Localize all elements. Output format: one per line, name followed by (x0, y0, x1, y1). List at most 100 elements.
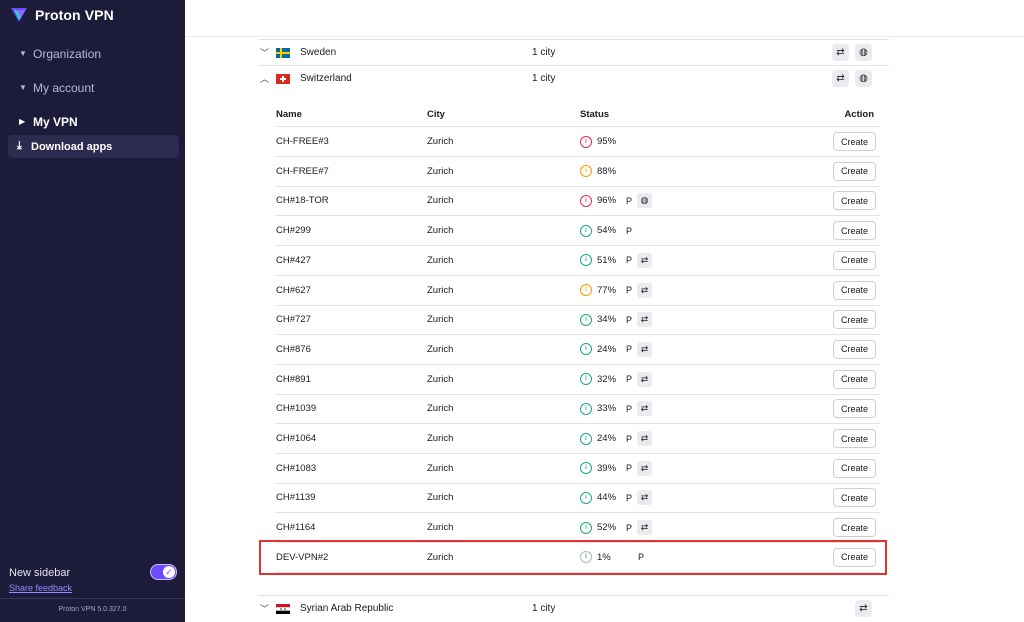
sidebar-item-organization[interactable]: ▼ Organization (8, 42, 179, 65)
server-load: 95% (597, 136, 617, 147)
server-status: i 54% P (580, 224, 800, 237)
create-button[interactable]: Create (832, 221, 876, 241)
chevron-down-icon: ▼ (19, 49, 27, 58)
column-header-name: Name (276, 109, 302, 120)
swap-arrows-icon[interactable]: ⇄ (637, 401, 653, 417)
swap-arrows-icon[interactable]: ⇄ (637, 460, 653, 476)
swap-arrows-icon[interactable]: ⇄ (637, 341, 653, 357)
load-indicator-icon: i (580, 343, 592, 356)
load-indicator-icon: i (580, 135, 592, 148)
create-button[interactable]: Create (832, 280, 876, 300)
table-row: CH#299 Zurich i 54% P Create (275, 216, 880, 247)
server-status: i 39% P ⇄ (580, 460, 800, 476)
server-name: CH#299 (276, 225, 311, 237)
chevron-down-icon[interactable]: ﹀ (258, 46, 276, 59)
load-indicator-icon: i (580, 165, 592, 178)
create-button[interactable]: Create (832, 369, 876, 389)
table-row: CH#727 Zurich i 34% P ⇄ Create (275, 305, 880, 336)
country-name: Syrian Arab Republic (300, 603, 394, 614)
server-name: CH#427 (276, 254, 311, 266)
server-city: Zurich (427, 343, 454, 355)
server-name: CH#1039 (276, 403, 317, 415)
tor-onion-icon[interactable]: ◍ (637, 193, 653, 209)
create-button[interactable]: Create (832, 310, 876, 330)
sidebar-item-download-apps[interactable]: ⤓ Download apps (8, 135, 179, 158)
swap-arrows-icon[interactable]: ⇄ (832, 44, 849, 61)
create-button[interactable]: Create (832, 458, 876, 478)
server-name: CH#727 (276, 314, 311, 326)
swap-arrows-icon[interactable]: ⇄ (637, 431, 653, 446)
country-row-switzerland[interactable]: ︿ Switzerland 1 city ⇄ ◍ (258, 65, 889, 91)
chevron-up-icon[interactable]: ︿ (258, 72, 276, 85)
create-button[interactable]: Create (832, 518, 876, 538)
top-divider (185, 36, 1024, 37)
sidebar: Proton VPN ▼ Organization ▼ My account ▶… (0, 0, 185, 622)
create-button[interactable]: Create (832, 339, 876, 359)
load-indicator-icon: i (580, 402, 592, 415)
create-button[interactable]: Create (832, 250, 876, 270)
server-status: i 96% P ◍ (580, 193, 800, 209)
swap-arrows-icon[interactable]: ⇄ (637, 282, 653, 298)
country-city-count: 1 city (532, 47, 556, 58)
server-load: 51% (597, 254, 617, 266)
servers-table-header: Name City Status Action (275, 103, 880, 127)
country-row-sweden[interactable]: ﹀ Sweden 1 city ⇄ ◍ (258, 39, 889, 65)
feature-p-badge: P (626, 225, 633, 236)
create-button[interactable]: Create (832, 399, 876, 419)
server-status: i 44% P ⇄ (580, 490, 800, 506)
tor-onion-icon[interactable]: ◍ (855, 44, 872, 61)
column-header-status: Status (580, 109, 610, 120)
feature-p-badge: P (626, 433, 633, 444)
country-city-count: 1 city (532, 603, 556, 614)
server-name: CH#1083 (276, 462, 317, 474)
table-row: CH-FREE#3 Zurich i 95% Create (275, 127, 880, 157)
server-name: DEV-VPN#2 (276, 551, 329, 563)
feature-p-badge: P (626, 403, 633, 414)
swap-arrows-icon[interactable]: ⇄ (637, 371, 653, 387)
tor-onion-icon[interactable]: ◍ (855, 70, 872, 87)
server-name: CH#891 (276, 373, 311, 385)
server-name: CH#627 (276, 284, 311, 296)
server-name: CH#1064 (276, 433, 317, 444)
feature-p-badge: P (626, 463, 633, 474)
feature-p-badge: P (626, 255, 633, 266)
server-status: i 32% P ⇄ (580, 371, 800, 387)
country-name: Switzerland (300, 73, 352, 84)
swap-arrows-icon[interactable]: ⇄ (855, 600, 872, 617)
create-button[interactable]: Create (832, 161, 876, 181)
table-row: CH#1164 Zurich i 52% P ⇄ Create (275, 513, 880, 544)
load-indicator-icon: i (580, 462, 592, 475)
swap-arrows-icon[interactable]: ⇄ (832, 70, 849, 87)
swap-arrows-icon[interactable]: ⇄ (637, 312, 653, 328)
feature-p-badge: P (638, 552, 645, 563)
new-sidebar-toggle[interactable]: ✓ (150, 564, 177, 580)
swap-arrows-icon[interactable]: ⇄ (637, 520, 653, 536)
create-button[interactable]: Create (832, 488, 876, 508)
create-button[interactable]: Create (832, 132, 876, 151)
table-row: CH#627 Zurich i 77% P ⇄ Create (275, 276, 880, 306)
server-city: Zurich (427, 522, 454, 534)
create-button[interactable]: Create (832, 547, 876, 567)
table-row: CH#427 Zurich i 51% P ⇄ Create (275, 246, 880, 276)
feature-p-badge: P (626, 314, 633, 325)
server-status: i 52% P ⇄ (580, 520, 800, 536)
brand-logo[interactable]: Proton VPN (10, 7, 114, 23)
sidebar-item-my-vpn[interactable]: ▶ My VPN (8, 110, 179, 133)
share-feedback-link[interactable]: Share feedback (9, 583, 72, 593)
create-button[interactable]: Create (832, 191, 876, 211)
country-city-count: 1 city (532, 73, 556, 84)
chevron-down-icon[interactable]: ﹀ (258, 602, 276, 615)
server-city: Zurich (427, 373, 454, 385)
sidebar-item-my-account[interactable]: ▼ My account (8, 76, 179, 99)
swap-arrows-icon[interactable]: ⇄ (637, 490, 653, 506)
sidebar-item-label: My account (33, 80, 95, 95)
swap-arrows-icon[interactable]: ⇄ (637, 252, 653, 268)
create-button[interactable]: Create (832, 429, 876, 448)
server-city: Zurich (427, 492, 454, 504)
feature-p-badge: P (626, 285, 633, 295)
server-city: Zurich (427, 254, 454, 266)
server-city: Zurich (427, 551, 454, 563)
country-row-syria[interactable]: ﹀ Syrian Arab Republic 1 city ⇄ (258, 595, 889, 621)
server-load: 24% (597, 343, 617, 355)
server-city: Zurich (427, 195, 454, 207)
